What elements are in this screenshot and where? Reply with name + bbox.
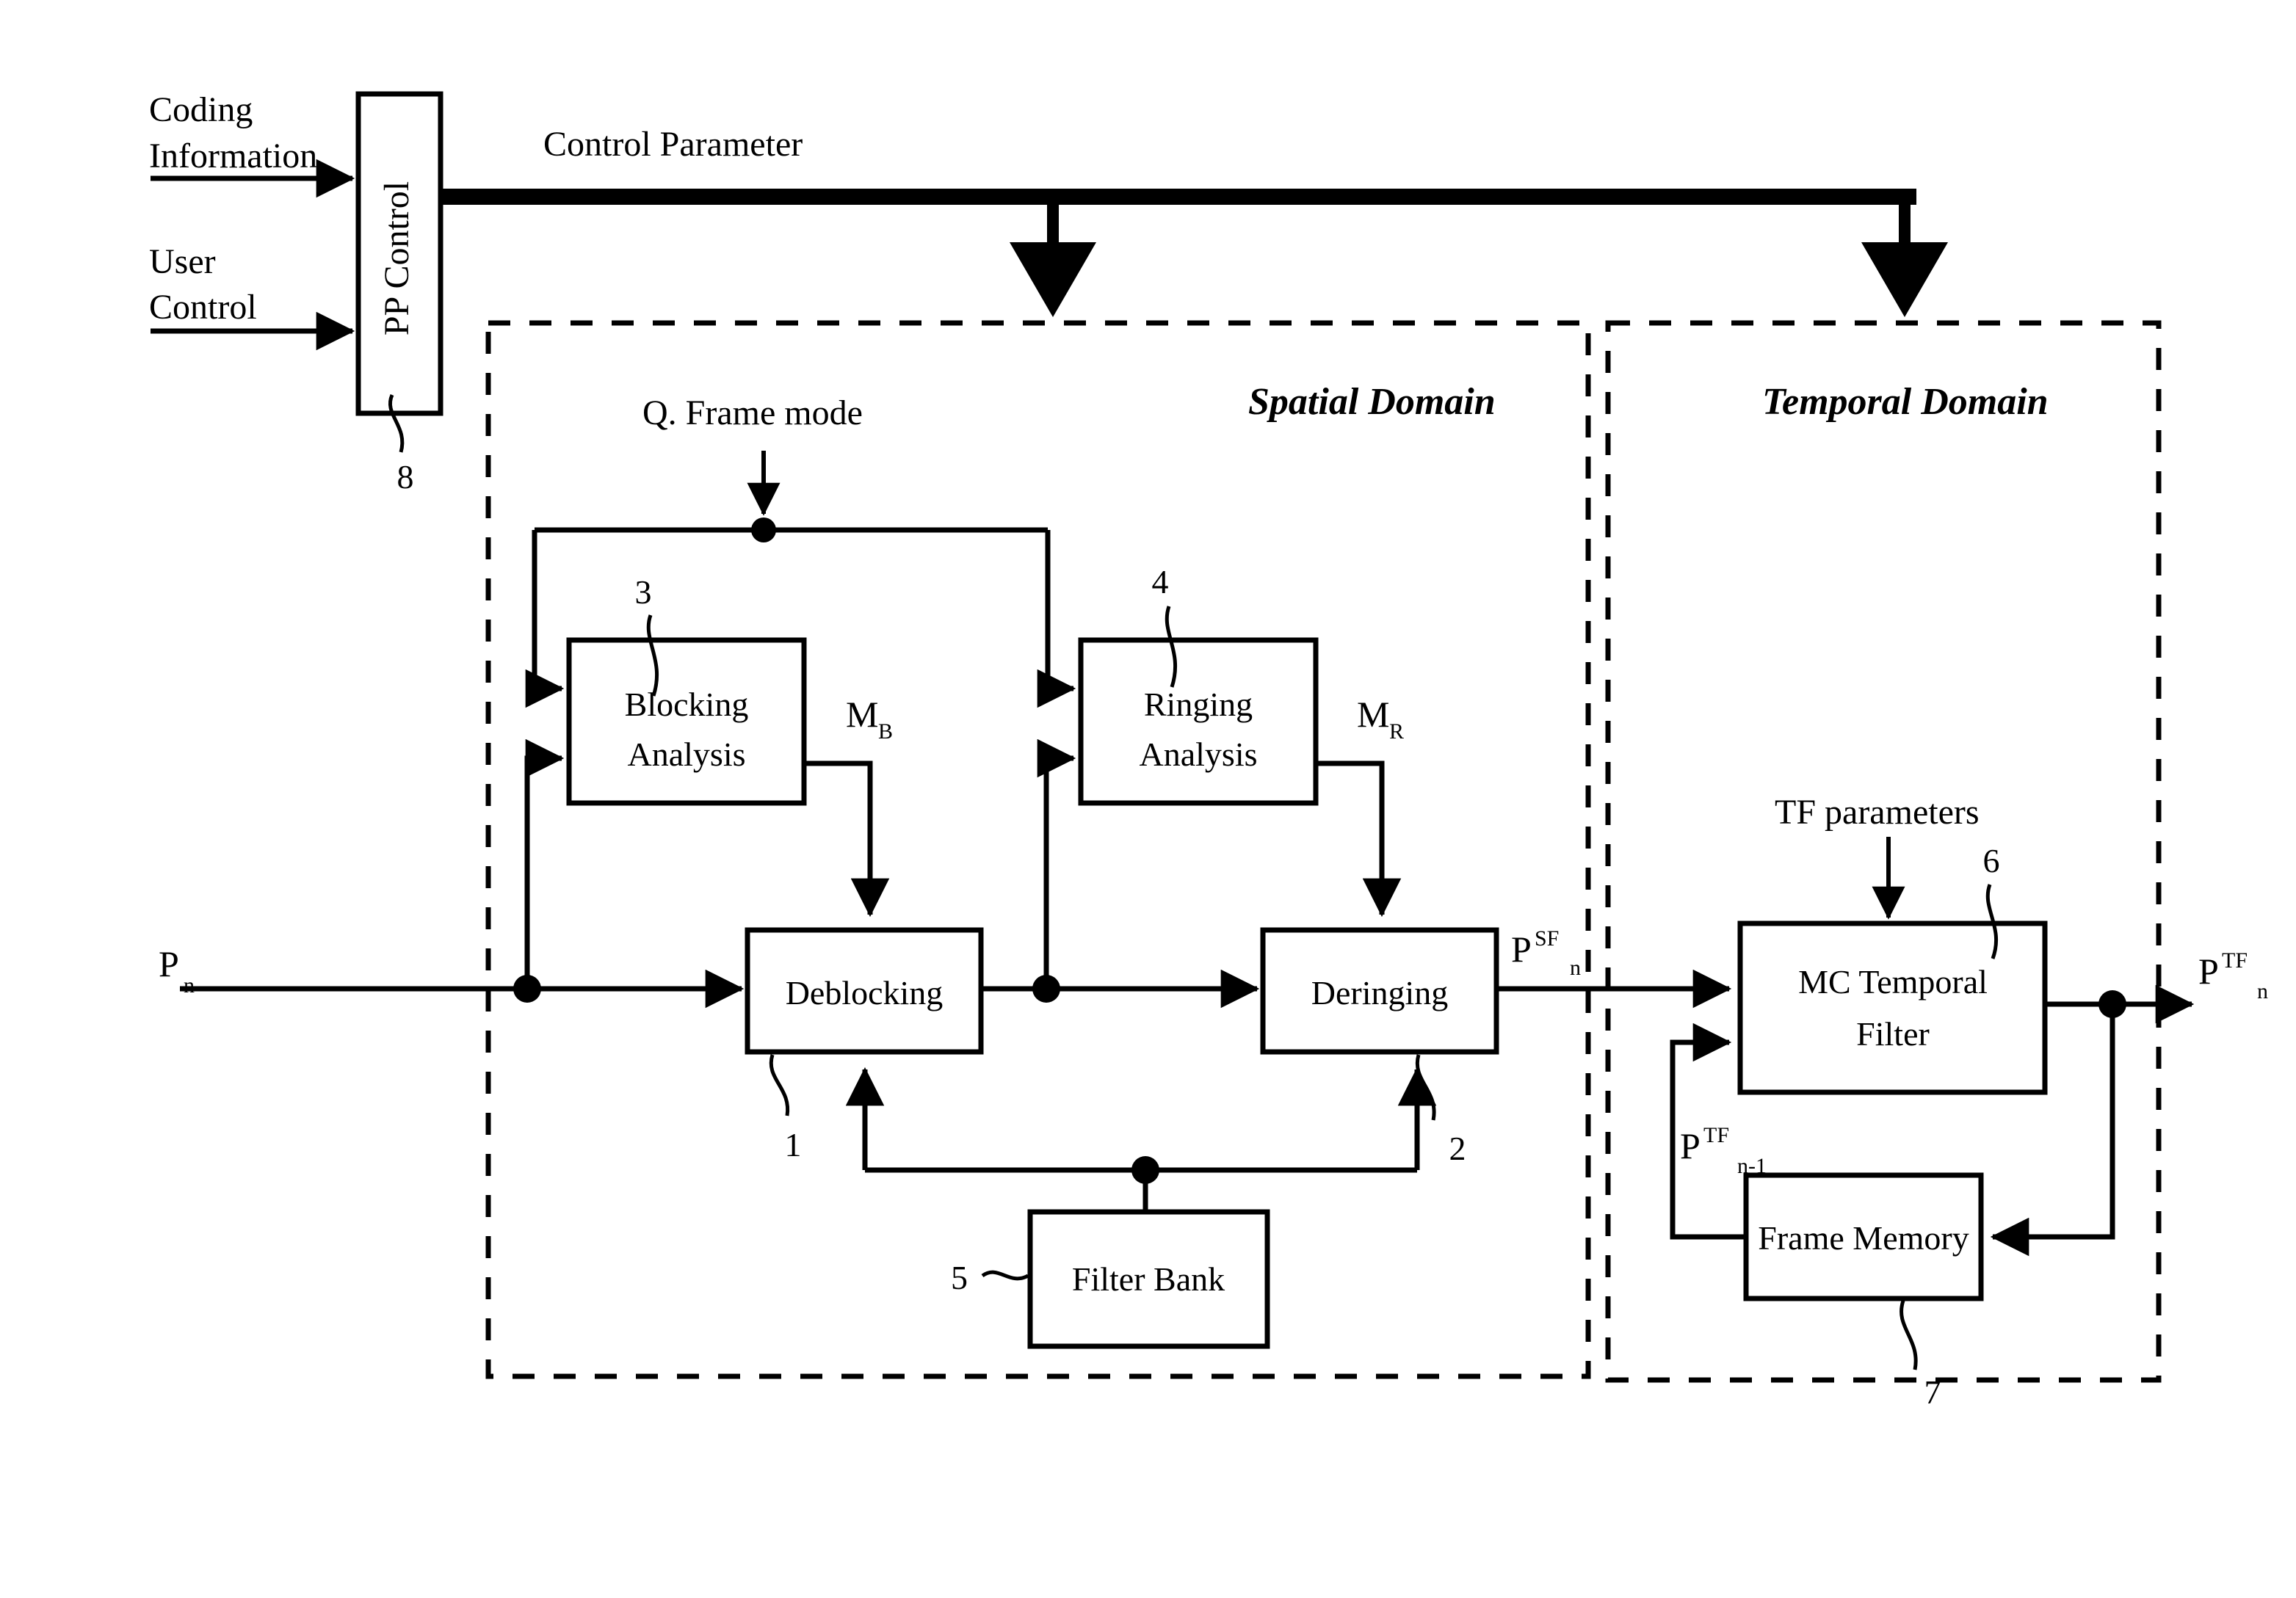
mc-temporal-filter-box[interactable] — [1737, 920, 2048, 1095]
frame-memory-ref-number: 7 — [1924, 1373, 1941, 1411]
deringing-ref-number: 2 — [1449, 1130, 1466, 1167]
deblocking-label: Deblocking — [786, 974, 944, 1012]
coding-information-label-line1: Coding — [149, 90, 253, 129]
junction-dot-qframe — [751, 517, 776, 542]
mask-ringing-base: M — [1357, 694, 1389, 735]
ptf-output-subscript: n — [2257, 979, 2268, 1003]
pn-input-base: P — [159, 943, 179, 984]
ptf-prev-base: P — [1680, 1125, 1701, 1166]
blocking-analysis-label-line2: Analysis — [628, 736, 746, 773]
ptf-prev-superscript: TF — [1703, 1123, 1729, 1147]
junction-dot-pn — [513, 975, 541, 1003]
tf-parameters-label: TF parameters — [1775, 793, 1980, 832]
mask-ringing-subscript: R — [1389, 719, 1404, 744]
mc-temporal-filter-label-line2: Filter — [1856, 1015, 1930, 1053]
temporal-domain-label: Temporal Domain — [1762, 381, 2049, 423]
psf-subscript: n — [1570, 956, 1581, 980]
blocking-analysis-ref-number: 3 — [635, 573, 652, 611]
spatial-domain-label: Spatial Domain — [1248, 381, 1496, 423]
ptf-prev-subscript: n-1 — [1737, 1154, 1767, 1178]
coding-information-label-line2: Information — [149, 137, 317, 175]
deblocking-ref-number: 1 — [785, 1126, 802, 1163]
psf-superscript: SF — [1535, 926, 1559, 951]
pn-input-subscript: n — [184, 973, 195, 998]
psf-base: P — [1511, 929, 1532, 970]
mc-temporal-filter-ref-number: 6 — [1983, 842, 2000, 879]
block-diagram-svg: Coding Information User Control Control … — [0, 0, 2296, 1598]
mc-temporal-filter-label-line1: MC Temporal — [1798, 963, 1988, 1000]
ringing-analysis-ref-number: 4 — [1152, 563, 1169, 600]
ptf-output-base: P — [2198, 951, 2219, 992]
figure-canvas: Coding Information User Control Control … — [0, 0, 2296, 1598]
blocking-analysis-label-line1: Blocking — [625, 686, 749, 723]
pp-control-ref-number: 8 — [397, 458, 414, 495]
ringing-analysis-label-line2: Analysis — [1140, 736, 1258, 773]
ringing-analysis-label-line1: Ringing — [1144, 686, 1253, 723]
mask-blocking-subscript: B — [878, 719, 893, 744]
filter-bank-label: Filter Bank — [1072, 1260, 1225, 1298]
user-control-label-line1: User — [149, 242, 216, 281]
junction-dot-deblocked — [1032, 975, 1060, 1003]
frame-memory-label: Frame Memory — [1758, 1219, 1969, 1257]
user-control-label-line2: Control — [149, 288, 257, 327]
q-frame-mode-label: Q. Frame mode — [642, 393, 863, 432]
deringing-label: Deringing — [1311, 974, 1449, 1012]
ptf-output-superscript: TF — [2222, 948, 2248, 973]
filter-bank-ref-number: 5 — [951, 1259, 968, 1296]
pp-control-label: PP Control — [377, 181, 416, 335]
control-parameter-label: Control Parameter — [543, 125, 803, 164]
mask-blocking-base: M — [846, 694, 878, 735]
junction-dot-filterbank — [1131, 1156, 1159, 1184]
